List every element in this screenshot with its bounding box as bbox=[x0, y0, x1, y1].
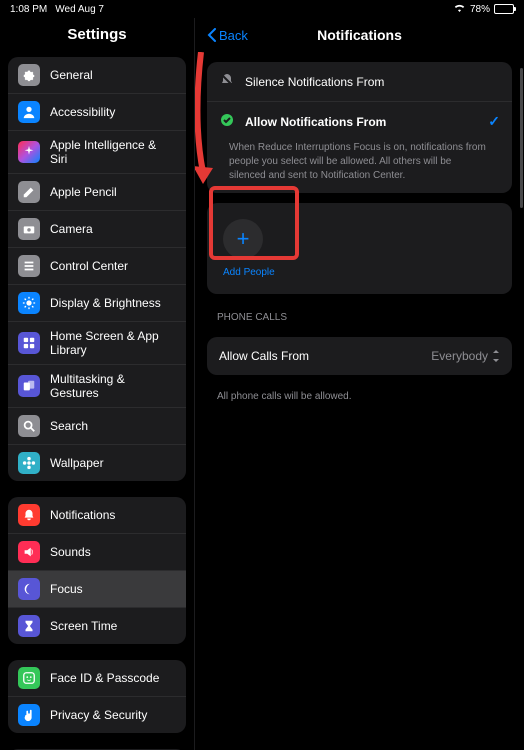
sun-icon bbox=[18, 292, 40, 314]
sidebar-item-general[interactable]: General bbox=[8, 57, 186, 94]
search-icon bbox=[18, 415, 40, 437]
squares-icon bbox=[18, 375, 40, 397]
sliders-icon bbox=[18, 255, 40, 277]
add-people-section: + Add People bbox=[207, 203, 512, 294]
sidebar-item-label: Face ID & Passcode bbox=[50, 671, 159, 685]
sparkle-icon bbox=[18, 141, 40, 163]
sidebar-item-search[interactable]: Search bbox=[8, 408, 186, 445]
plus-icon: + bbox=[237, 226, 250, 252]
scrollbar[interactable] bbox=[520, 68, 523, 208]
sidebar-item-label: Camera bbox=[50, 222, 93, 236]
check-badge-icon bbox=[219, 112, 235, 131]
sidebar-item-label: Search bbox=[50, 419, 88, 433]
hand-icon bbox=[18, 704, 40, 726]
sidebar-item-label: Sounds bbox=[50, 545, 91, 559]
mode-description: When Reduce Interruptions Focus is on, n… bbox=[207, 141, 512, 193]
pencil-icon bbox=[18, 181, 40, 203]
sidebar-item-label: Wallpaper bbox=[50, 456, 104, 470]
settings-sidebar: Settings General Accessibility Apple Intel… bbox=[0, 18, 195, 750]
battery-pct: 78% bbox=[470, 4, 490, 15]
option-allow[interactable]: Allow Notifications From ✓ bbox=[207, 102, 512, 141]
back-label: Back bbox=[219, 28, 248, 43]
status-date: Wed Aug 7 bbox=[55, 4, 104, 15]
sidebar-item-label: Control Center bbox=[50, 259, 128, 273]
sidebar-item-sounds[interactable]: Sounds bbox=[8, 534, 186, 571]
allow-calls-section: Allow Calls From Everybody bbox=[207, 337, 512, 375]
sidebar-item-label: Home Screen & App Library bbox=[50, 329, 176, 357]
bell-icon bbox=[18, 504, 40, 526]
sidebar-item-screen-time[interactable]: Screen Time bbox=[8, 608, 186, 644]
sidebar-item-label: Apple Intelligence & Siri bbox=[50, 138, 176, 166]
back-button[interactable]: Back bbox=[207, 28, 248, 43]
hourglass-icon bbox=[18, 615, 40, 637]
check-icon: ✓ bbox=[488, 113, 500, 130]
sidebar-item-label: Display & Brightness bbox=[50, 296, 161, 310]
camera-icon bbox=[18, 218, 40, 240]
detail-pane: Back Notifications Silence Notifications… bbox=[195, 18, 524, 750]
detail-title: Notifications bbox=[317, 27, 402, 43]
sidebar-item-apple-pencil[interactable]: Apple Pencil bbox=[8, 174, 186, 211]
updown-icon bbox=[492, 350, 500, 362]
speaker-icon bbox=[18, 541, 40, 563]
option-label: Allow Notifications From bbox=[245, 115, 386, 129]
add-people-button[interactable]: + bbox=[223, 219, 263, 259]
allow-calls-row[interactable]: Allow Calls From Everybody bbox=[207, 337, 512, 375]
notification-mode-section: Silence Notifications From Allow Notifica… bbox=[207, 62, 512, 193]
status-bar: 1:08 PM Wed Aug 7 78% bbox=[0, 0, 524, 18]
sidebar-item-display[interactable]: Display & Brightness bbox=[8, 285, 186, 322]
sidebar-item-faceid[interactable]: Face ID & Passcode bbox=[8, 660, 186, 697]
sidebar-item-apple-intelligence[interactable]: Apple Intelligence & Siri bbox=[8, 131, 186, 174]
wifi-icon bbox=[453, 3, 466, 16]
sidebar-item-multitasking[interactable]: Multitasking & Gestures bbox=[8, 365, 186, 408]
allow-calls-value: Everybody bbox=[431, 349, 500, 363]
sidebar-title: Settings bbox=[0, 18, 194, 57]
sidebar-item-camera[interactable]: Camera bbox=[8, 211, 186, 248]
sidebar-item-label: Notifications bbox=[50, 508, 115, 522]
sidebar-item-privacy[interactable]: Privacy & Security bbox=[8, 697, 186, 733]
option-silence[interactable]: Silence Notifications From bbox=[207, 62, 512, 102]
sidebar-item-label: Screen Time bbox=[50, 619, 117, 633]
grid-icon bbox=[18, 332, 40, 354]
sidebar-item-control-center[interactable]: Control Center bbox=[8, 248, 186, 285]
sidebar-item-label: Accessibility bbox=[50, 105, 115, 119]
sidebar-item-focus[interactable]: Focus bbox=[8, 571, 186, 608]
sidebar-item-label: General bbox=[50, 68, 93, 82]
sidebar-item-label: Apple Pencil bbox=[50, 185, 117, 199]
face-icon bbox=[18, 667, 40, 689]
sidebar-item-notifications[interactable]: Notifications bbox=[8, 497, 186, 534]
calls-footnote: All phone calls will be allowed. bbox=[195, 385, 524, 408]
sidebar-item-home-screen[interactable]: Home Screen & App Library bbox=[8, 322, 186, 365]
battery-icon bbox=[494, 4, 514, 14]
sidebar-item-label: Privacy & Security bbox=[50, 708, 147, 722]
sidebar-item-accessibility[interactable]: Accessibility bbox=[8, 94, 186, 131]
phone-calls-header: PHONE CALLS bbox=[195, 304, 524, 327]
gear-icon bbox=[18, 64, 40, 86]
sidebar-item-label: Multitasking & Gestures bbox=[50, 372, 176, 400]
add-people-label: Add People bbox=[223, 267, 496, 278]
moon-icon bbox=[18, 578, 40, 600]
bell-slash-icon bbox=[219, 72, 235, 91]
allow-calls-label: Allow Calls From bbox=[219, 349, 309, 363]
option-label: Silence Notifications From bbox=[245, 75, 384, 89]
flower-icon bbox=[18, 452, 40, 474]
status-time: 1:08 PM bbox=[10, 4, 47, 15]
detail-header: Back Notifications bbox=[195, 18, 524, 52]
sidebar-item-wallpaper[interactable]: Wallpaper bbox=[8, 445, 186, 481]
sidebar-item-label: Focus bbox=[50, 582, 83, 596]
person-icon bbox=[18, 101, 40, 123]
